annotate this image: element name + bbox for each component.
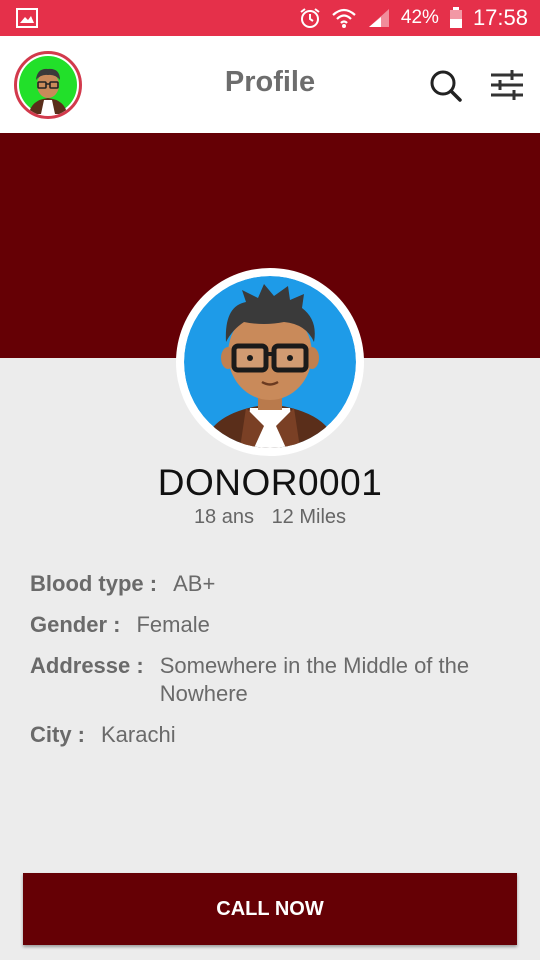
donor-age: 18 ans [193, 506, 254, 528]
blood-type-value: AB+ [173, 571, 216, 596]
status-bar: 42% 17:58 [0, 0, 540, 36]
address-label: Addresse : [30, 653, 144, 678]
battery-percentage: 42% [400, 7, 439, 28]
search-icon[interactable] [428, 68, 464, 104]
avatar-illustration [184, 276, 356, 448]
blood-type-label: Blood type : [30, 571, 158, 596]
profile-avatar [176, 268, 364, 456]
signal-icon [368, 9, 389, 27]
blood-type-row: Blood type : AB+ [30, 570, 520, 598]
battery-icon [449, 7, 462, 28]
gender-row: Gender : Female [30, 611, 520, 639]
donor-details: Blood type : AB+ Gender : Female Address… [30, 570, 520, 762]
gender-value: Female [136, 612, 210, 637]
donor-meta: 18 ans 12 Miles [0, 506, 540, 529]
wifi-icon [332, 8, 356, 28]
call-now-button[interactable]: CALL NOW [23, 873, 517, 945]
filter-icon[interactable] [490, 70, 524, 100]
gallery-icon [16, 8, 38, 28]
address-row: Addresse : Somewhere in the Middle of th… [30, 652, 520, 708]
city-label: City : [30, 722, 85, 747]
app-bar: Profile [0, 36, 540, 133]
city-row: City : Karachi [30, 721, 520, 749]
donor-name: DONOR0001 [157, 462, 383, 503]
alarm-icon [300, 8, 320, 28]
address-value: Somewhere in the Middle of the Nowhere [159, 653, 470, 706]
gender-label: Gender : [30, 612, 121, 637]
donor-distance: 12 Miles [271, 506, 347, 528]
clock: 17:58 [472, 5, 528, 30]
city-value: Karachi [101, 722, 176, 747]
